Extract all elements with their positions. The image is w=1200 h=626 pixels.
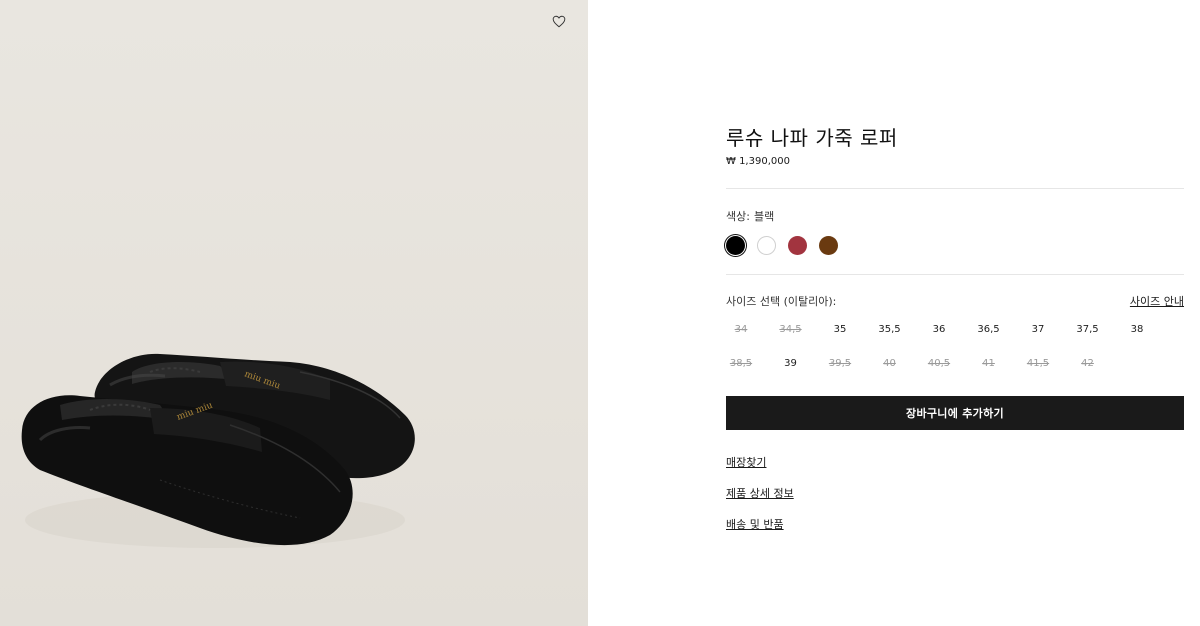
size-option[interactable]: 37 (1023, 318, 1053, 340)
size-option[interactable]: 41 (974, 352, 1004, 374)
product-details-link[interactable]: 제품 상세 정보 (726, 485, 794, 501)
size-option[interactable]: 36 (924, 318, 954, 340)
product-image-panel: miu miu miu miu (0, 0, 588, 626)
add-to-cart-button[interactable]: 장바구니에 추가하기 (726, 396, 1184, 430)
size-option[interactable]: 42 (1073, 352, 1103, 374)
color-swatches (726, 236, 838, 255)
shipping-returns-link[interactable]: 배송 및 반품 (726, 516, 784, 532)
size-option[interactable]: 40 (875, 352, 905, 374)
size-option[interactable]: 35 (825, 318, 855, 340)
product-details: 루슈 나파 가죽 로퍼 ₩ 1,390,000 색상: 블랙 사이즈 선택 (이… (726, 0, 1184, 626)
size-option[interactable]: 34 (726, 318, 756, 340)
size-select-label: 사이즈 선택 (이탈리아): (726, 295, 837, 308)
store-finder-link[interactable]: 매장찾기 (726, 454, 766, 470)
heart-icon (552, 15, 566, 27)
size-option[interactable]: 41,5 (1023, 352, 1053, 374)
size-option[interactable]: 34,5 (776, 318, 806, 340)
selected-color-name: 블랙 (753, 210, 775, 223)
size-option[interactable]: 39 (776, 352, 806, 374)
color-label-row: 색상: 블랙 (726, 208, 774, 224)
divider (726, 274, 1184, 275)
wishlist-button[interactable] (549, 11, 569, 31)
divider (726, 188, 1184, 189)
product-price: ₩ 1,390,000 (726, 156, 790, 167)
size-option[interactable]: 39,5 (825, 352, 855, 374)
color-swatch-white[interactable] (757, 236, 776, 255)
color-swatch-black[interactable] (726, 236, 745, 255)
size-option[interactable]: 36,5 (974, 318, 1004, 340)
size-option[interactable]: 37,5 (1073, 318, 1103, 340)
size-option[interactable]: 38,5 (726, 352, 756, 374)
product-title: 루슈 나파 가죽 로퍼 (726, 126, 898, 150)
size-option[interactable]: 40,5 (924, 352, 954, 374)
color-label: 색상: (726, 210, 750, 223)
size-grid: 34 34,5 35 35,5 36 36,5 37 37,5 38 38,5 39 39,5 40 40… (726, 318, 1156, 374)
size-option[interactable]: 35,5 (875, 318, 905, 340)
loafer-shoes-image: miu miu miu miu (21, 353, 415, 548)
size-option[interactable]: 38 (1122, 318, 1152, 340)
color-swatch-red[interactable] (788, 236, 807, 255)
color-swatch-brown[interactable] (819, 236, 838, 255)
size-header: 사이즈 선택 (이탈리아): 사이즈 안내 (726, 293, 1184, 309)
size-guide-link[interactable]: 사이즈 안내 (1130, 293, 1184, 309)
